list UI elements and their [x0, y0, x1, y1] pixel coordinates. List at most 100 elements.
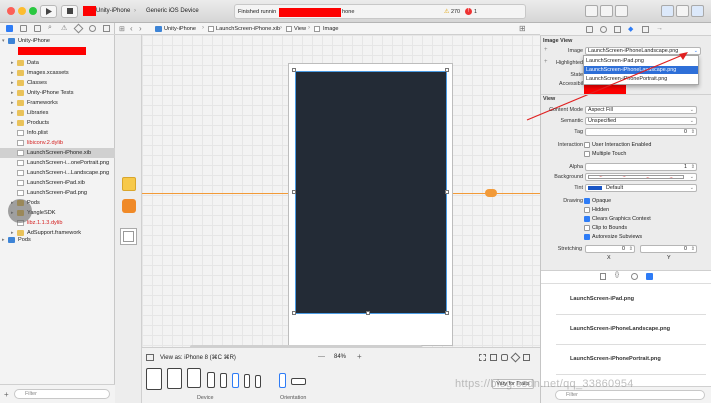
embed-icon[interactable] — [479, 354, 486, 361]
library-item[interactable]: LaunchScreen-iPhonePortrait.png — [570, 356, 661, 362]
add-editor-icon[interactable]: ⊞ — [519, 24, 526, 33]
disclosure-closed-icon[interactable]: ▸ — [11, 78, 14, 88]
file-item[interactable]: libiconv.2.dylib — [0, 138, 115, 148]
inspector-toggle-icon[interactable] — [691, 5, 704, 17]
connections-inspector-icon[interactable]: → — [656, 25, 663, 32]
disclosure-closed-icon[interactable]: ▸ — [11, 108, 14, 118]
crumb-project[interactable]: Unity-iPhone — [164, 26, 196, 32]
resize-handle[interactable] — [292, 68, 296, 72]
folder-item[interactable]: ▸ Products — [0, 118, 115, 128]
disclosure-open-icon[interactable]: ▾ — [2, 36, 5, 46]
debug-icon[interactable] — [89, 25, 96, 32]
stepper-icon[interactable]: ⇕ — [691, 129, 695, 135]
resize-handle[interactable] — [366, 311, 370, 315]
test-icon[interactable] — [73, 23, 84, 34]
hidden-checkbox[interactable] — [584, 207, 590, 213]
first-responder-icon[interactable] — [122, 199, 136, 213]
stepper-icon[interactable]: ⇕ — [691, 164, 695, 170]
related-items-icon[interactable]: ⊞ — [119, 25, 125, 33]
clip-bounds-checkbox[interactable] — [584, 225, 590, 231]
folder-item[interactable]: ▸ Frameworks — [0, 98, 115, 108]
file-item[interactable]: LaunchScreen-i...Landscape.png — [0, 168, 115, 178]
library-item[interactable]: LaunchScreen-iPad.png — [570, 296, 634, 302]
disclosure-closed-icon[interactable]: ▸ — [11, 88, 14, 98]
device-ipad-pro-large[interactable] — [146, 368, 162, 390]
view-object-icon[interactable] — [120, 228, 137, 245]
document-outline-toggle-icon[interactable] — [146, 354, 154, 361]
crumb-file[interactable]: LaunchScreen-iPhone.xib — [216, 26, 280, 32]
scheme-target[interactable]: Unity-iPhone — [96, 5, 130, 18]
folder-item[interactable]: ▸ Data — [0, 58, 115, 68]
file-item[interactable]: LaunchScreen-iPad.png — [0, 188, 115, 198]
file-item[interactable]: LaunchScreen-i...onePortrait.png — [0, 158, 115, 168]
stepper-icon[interactable]: ⇕ — [691, 246, 695, 252]
launch-image-view[interactable] — [295, 71, 447, 314]
folder-item[interactable]: ▸ Classes — [0, 78, 115, 88]
opaque-checkbox[interactable] — [584, 198, 590, 204]
search-icon[interactable]: ⌕ — [48, 24, 52, 32]
device-iphone-x[interactable] — [220, 373, 227, 388]
device-iphone-8-selected[interactable] — [232, 373, 239, 388]
alpha-input[interactable]: 1 ⇕ — [585, 163, 697, 171]
crumb-image[interactable]: Image — [323, 26, 339, 32]
run-button[interactable] — [40, 5, 57, 18]
pin-icon[interactable] — [501, 354, 508, 361]
warning-icon[interactable]: ⚠ — [444, 8, 449, 15]
error-icon[interactable]: ! — [465, 8, 472, 15]
semantic-select[interactable]: Unspecified ⌄ — [585, 117, 697, 125]
disclosure-closed-icon[interactable]: ▸ — [11, 98, 14, 108]
folder-tab-icon[interactable] — [6, 25, 13, 32]
disclosure-closed-icon[interactable]: ▸ — [11, 68, 14, 78]
code-snippet-icon[interactable]: {} — [615, 272, 619, 278]
resolve-issues-icon[interactable] — [510, 352, 521, 363]
forward-icon[interactable]: › — [139, 24, 142, 33]
debug-area-toggle-icon[interactable] — [676, 5, 689, 17]
library-filter-input[interactable]: Filter — [555, 390, 705, 400]
clears-graphics-checkbox[interactable] — [584, 216, 590, 222]
navigator-filter-input[interactable]: Filter — [14, 389, 110, 399]
disclosure-closed-icon[interactable]: ▸ — [2, 235, 5, 245]
standard-editor-icon[interactable] — [585, 5, 598, 17]
identity-inspector-icon[interactable] — [614, 26, 621, 33]
file-item[interactable]: Info.plist — [0, 128, 115, 138]
orientation-landscape[interactable] — [291, 378, 306, 385]
disclosure-closed-icon[interactable]: ▸ — [11, 118, 14, 128]
library-item[interactable]: LaunchScreen-iPhoneLandscape.png — [570, 326, 670, 332]
tint-color-select[interactable]: Default ⌄ — [585, 184, 697, 192]
media-library-icon[interactable] — [646, 273, 653, 280]
source-control-tab-icon[interactable] — [20, 25, 27, 32]
device-ipad-pro[interactable] — [167, 368, 182, 389]
object-library-icon[interactable] — [631, 273, 638, 280]
add-icon[interactable]: + — [4, 390, 9, 399]
file-inspector-icon[interactable] — [586, 26, 593, 33]
resizing-icon[interactable] — [523, 354, 530, 361]
view-as-label[interactable]: View as: iPhone 8 (⌘C ⌘R) — [160, 354, 236, 361]
navigator-toggle-icon[interactable] — [661, 5, 674, 17]
resize-handle[interactable] — [445, 68, 449, 72]
minimize-window-button[interactable] — [18, 7, 26, 15]
user-interaction-checkbox[interactable] — [584, 142, 590, 148]
content-mode-select[interactable]: Aspect Fill ⌄ — [585, 106, 697, 114]
tag-input[interactable]: 0 ⇕ — [585, 128, 697, 136]
folder-item[interactable]: ▸ Libraries — [0, 108, 115, 118]
autoresize-checkbox[interactable] — [584, 234, 590, 240]
issue-icon[interactable]: ⚠ — [61, 24, 67, 32]
symbol-tab-icon[interactable] — [34, 25, 41, 32]
breakpoint-icon[interactable] — [103, 25, 110, 32]
assistant-editor-icon[interactable] — [600, 5, 613, 17]
orientation-portrait[interactable] — [279, 373, 286, 388]
folder-item[interactable]: ▸ Images.xcassets — [0, 68, 115, 78]
project-root[interactable]: ▾ Unity-iPhone — [0, 36, 115, 46]
stepper-icon[interactable]: ⇕ — [629, 246, 633, 252]
resize-handle[interactable] — [292, 311, 296, 315]
file-template-icon[interactable] — [600, 273, 606, 280]
file-item[interactable]: LaunchScreen-iPhone.xib — [0, 148, 115, 158]
disclosure-closed-icon[interactable]: ▸ — [11, 58, 14, 68]
view-controller-icon[interactable] — [122, 177, 136, 191]
warning-count[interactable]: 270 — [451, 9, 460, 15]
size-inspector-icon[interactable] — [642, 26, 649, 33]
folder-item[interactable]: ▸ Unity-iPhone Tests — [0, 88, 115, 98]
stop-button[interactable] — [61, 5, 78, 18]
device-iphone-4s[interactable] — [255, 375, 261, 388]
background-color-select[interactable]: ⌄ — [585, 173, 697, 181]
